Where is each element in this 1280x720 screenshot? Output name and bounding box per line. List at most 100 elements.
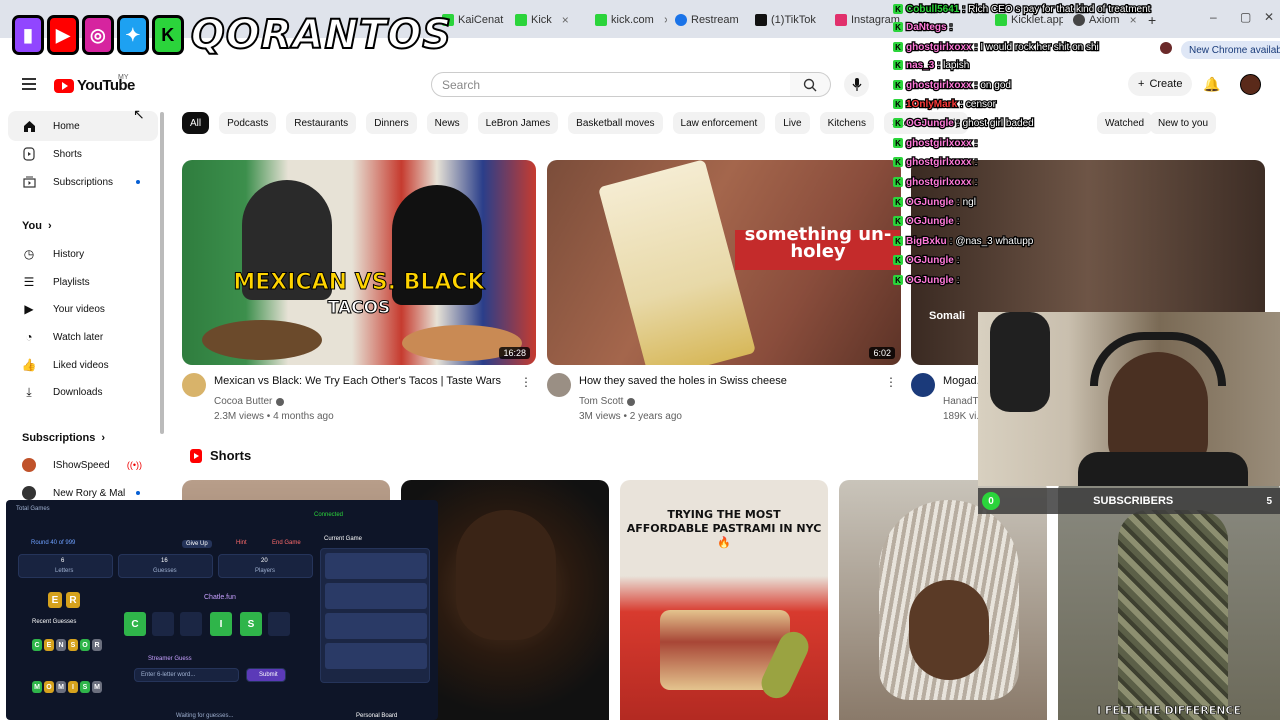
close-window-icon[interactable]: ✕ xyxy=(1264,10,1274,24)
short-card[interactable]: TRYING THE MOST AFFORDABLE PASTRAMI IN N… xyxy=(620,480,828,720)
end-game-button[interactable]: End Game xyxy=(272,540,301,546)
minimize-icon[interactable]: – xyxy=(1210,10,1217,24)
chip[interactable]: Watched xyxy=(1097,112,1153,134)
avatar[interactable] xyxy=(1240,74,1261,95)
subscriptions-section-header[interactable]: Subscriptions › xyxy=(22,432,105,444)
twitter-icon: ✦ xyxy=(116,15,149,55)
sidebar-item-shorts[interactable]: Shorts xyxy=(8,139,158,169)
chip[interactable]: Podcasts xyxy=(219,112,277,134)
chat-separator: : xyxy=(973,155,978,169)
browser-tab[interactable]: kick.com× xyxy=(595,8,667,32)
chat-username: OGJungle xyxy=(905,116,955,130)
close-icon[interactable]: × xyxy=(664,13,667,27)
video-thumbnail[interactable]: something un-holey 6:02 xyxy=(547,160,901,365)
browser-tab[interactable]: Restream× xyxy=(675,8,745,32)
create-button[interactable]: + Create xyxy=(1128,72,1193,96)
browser-tab[interactable]: KaiCenat× xyxy=(442,8,512,32)
chat-text: lapish xyxy=(942,58,971,72)
tab-favicon-icon xyxy=(755,14,767,26)
home-icon xyxy=(22,119,36,133)
chip[interactable]: Basketball moves xyxy=(568,112,663,134)
sidebar-scrollbar[interactable] xyxy=(160,112,164,434)
kick-badge-icon: K xyxy=(893,275,903,285)
chip[interactable]: All xyxy=(182,112,210,134)
video-stats: 3M views • 2 years ago xyxy=(579,411,682,422)
browser-tab[interactable]: Kick × xyxy=(515,8,585,32)
recent-guesses-label: Recent Guesses xyxy=(32,619,77,625)
sidebar-item-liked-videos[interactable]: 👍 Liked videos xyxy=(8,350,158,380)
chip[interactable]: Law enforcement xyxy=(672,112,766,134)
kick-badge-icon: K xyxy=(893,4,903,14)
sidebar-item-your-videos[interactable]: ▶ Your videos xyxy=(8,294,158,324)
mouse-cursor-icon: ↖ xyxy=(133,106,145,122)
recent-guess-tile: O xyxy=(80,639,90,651)
sidebar-item-watch-later[interactable]: ◔ Watch later xyxy=(8,322,158,352)
more-options-icon[interactable]: ⋮ xyxy=(885,375,897,389)
search-button[interactable] xyxy=(790,72,831,97)
chip[interactable]: New to you xyxy=(1150,112,1217,134)
browser-tab[interactable]: (1)TikTok× xyxy=(755,8,825,32)
kick-badge-icon: K xyxy=(893,197,903,207)
chat-message: K OGJungle: xyxy=(893,271,963,289)
chip[interactable]: Live xyxy=(775,112,810,134)
new-content-dot xyxy=(136,491,140,495)
submit-button[interactable]: Submit xyxy=(246,668,286,682)
chip[interactable]: News xyxy=(426,112,468,134)
video-duration: 6:02 xyxy=(869,347,895,359)
chat-text: ghost girl baded xyxy=(961,116,1035,130)
playlists-icon: ☰ xyxy=(23,275,35,289)
chip[interactable]: Dinners xyxy=(366,112,417,134)
filter-chips: All Podcasts Restaurants Dinners News Le… xyxy=(182,112,969,134)
kick-icon: K xyxy=(151,15,184,55)
notifications-icon[interactable]: 🔔 xyxy=(1203,76,1220,93)
shorts-icon xyxy=(22,147,36,161)
kick-badge-icon: K xyxy=(893,177,903,187)
new-content-dot xyxy=(136,180,140,184)
kick-badge-icon: K xyxy=(893,157,903,167)
video-title[interactable]: Mexican vs Black: We Try Each Other's Ta… xyxy=(214,375,514,387)
chat-username: ghostgirlxoxx xyxy=(905,78,973,92)
short-card[interactable]: I FELT THE DIFFERENCE xyxy=(1058,480,1280,720)
profile-icon[interactable] xyxy=(1160,42,1172,54)
chip[interactable]: LeBron James xyxy=(477,112,559,134)
channel-avatar[interactable] xyxy=(547,373,571,397)
sidebar-item-downloads[interactable]: ⤓ Downloads xyxy=(8,377,158,407)
give-up-button[interactable]: Give Up xyxy=(182,540,212,548)
chip[interactable]: Kitchens xyxy=(819,112,874,134)
sidebar-item-channel[interactable]: IShowSpeed ((•)) xyxy=(8,450,158,480)
short-card[interactable] xyxy=(839,480,1047,720)
video-card[interactable]: MEXICAN VS. BLACK TACOS 16:28 Mexican vs… xyxy=(182,160,536,433)
new-chrome-button[interactable]: New Chrome available xyxy=(1181,41,1280,59)
you-section-header[interactable]: You › xyxy=(22,220,52,232)
kick-badge-icon: K xyxy=(893,236,903,246)
sidebar-item-subscriptions[interactable]: Subscriptions xyxy=(8,167,158,197)
voice-search-button[interactable] xyxy=(844,72,869,97)
video-thumbnail[interactable]: MEXICAN VS. BLACK TACOS 16:28 xyxy=(182,160,536,365)
thumbnail-text: something un-holey xyxy=(744,224,892,262)
video-card[interactable]: something un-holey 6:02 How they saved t… xyxy=(547,160,901,433)
microphone-arm xyxy=(990,312,1050,412)
sidebar-item-playlists[interactable]: ☰ Playlists xyxy=(8,267,158,297)
streamer-name: QORANTOS xyxy=(190,11,453,59)
search-input[interactable]: Search xyxy=(431,72,791,97)
more-options-icon[interactable]: ⋮ xyxy=(520,375,532,389)
hint-button[interactable]: Hint xyxy=(236,540,247,546)
kick-badge-icon: K xyxy=(893,255,903,265)
channel-name[interactable]: Tom Scott xyxy=(579,396,636,407)
chat-message: Kghostgirlxoxx: xyxy=(893,134,980,152)
chat-username: OGJungle xyxy=(905,273,955,287)
country-code: MY xyxy=(118,74,129,81)
video-title[interactable]: How they saved the holes in Swiss cheese xyxy=(579,375,879,387)
guess-input[interactable]: Enter 6-letter word... xyxy=(134,668,239,682)
close-icon[interactable]: × xyxy=(562,13,569,27)
channel-name[interactable]: Cocoa Butter xyxy=(214,396,285,407)
chip[interactable]: Restaurants xyxy=(286,112,357,134)
video-title[interactable]: Mogad... xyxy=(943,375,983,387)
channel-avatar[interactable] xyxy=(911,373,935,397)
maximize-icon[interactable]: ▢ xyxy=(1240,10,1251,24)
menu-icon[interactable] xyxy=(22,78,36,90)
sidebar-item-history[interactable]: ◷ History xyxy=(8,239,158,269)
chat-message: Kghostgirlxoxx: on god xyxy=(893,76,1012,94)
channel-avatar[interactable] xyxy=(182,373,206,397)
board-tile xyxy=(180,612,202,636)
